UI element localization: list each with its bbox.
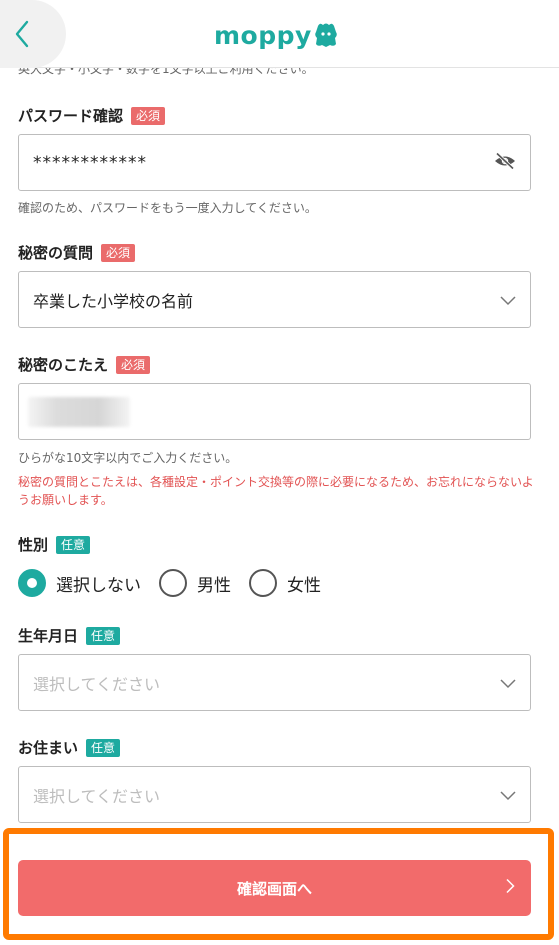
chevron-left-icon [15, 20, 29, 48]
radio-empty-icon [159, 569, 187, 597]
password-confirm-label-row: パスワード確認 必須 [18, 106, 166, 126]
residence-select[interactable]: 選択してください [18, 766, 531, 823]
gender-option-male[interactable]: 男性 [159, 569, 231, 597]
moppy-logo[interactable]: moppy [214, 20, 338, 50]
secret-question-value: 卒業した小学校の名前 [33, 291, 194, 311]
secret-question-label: 秘密の質問 [18, 244, 94, 262]
app-header: moppy [0, 0, 559, 68]
secret-question-label-row: 秘密の質問 必須 [18, 243, 136, 263]
chevron-down-icon [500, 785, 516, 804]
birthdate-label: 生年月日 [18, 627, 79, 645]
secret-answer-help: ひらがな10文字以内でご入力ください。 [18, 451, 238, 465]
password-confirm-input[interactable]: ************ [18, 134, 531, 191]
password-confirm-label: パスワード確認 [18, 107, 124, 125]
gender-label-row: 性別 任意 [18, 535, 91, 555]
gender-option-label: 選択しない [56, 575, 141, 596]
chevron-right-icon [505, 878, 515, 898]
residence-placeholder: 選択してください [33, 786, 161, 806]
optional-badge: 任意 [56, 536, 91, 554]
optional-badge: 任意 [86, 739, 121, 757]
residence-label-row: お住まい 任意 [18, 738, 121, 758]
submit-label: 確認画面へ [236, 879, 312, 898]
gender-option-label: 女性 [287, 575, 321, 596]
radio-empty-icon [249, 569, 277, 597]
secret-answer-label: 秘密のこたえ [18, 356, 109, 374]
residence-label: お住まい [18, 739, 79, 757]
secret-answer-warning: 秘密の質問とこたえは、各種設定・ポイント交換等の際に必要になるため、お忘れになら… [18, 475, 534, 507]
gender-option-none[interactable]: 選択しない [18, 569, 141, 597]
secret-answer-label-row: 秘密のこたえ 必須 [18, 355, 151, 375]
password-confirm-help: 確認のため、パスワードをもう一度入力してください。 [18, 201, 317, 215]
secret-question-select[interactable]: 卒業した小学校の名前 [18, 271, 531, 328]
back-button[interactable] [0, 0, 66, 68]
chevron-down-icon [500, 290, 516, 309]
required-badge: 必須 [131, 107, 166, 125]
mascot-icon [315, 23, 337, 47]
logo-text: moppy [214, 20, 312, 50]
radio-selected-icon [18, 569, 46, 597]
gender-label: 性別 [18, 536, 49, 554]
birthdate-placeholder: 選択してください [33, 674, 161, 694]
optional-badge: 任意 [86, 627, 121, 645]
required-badge: 必須 [101, 244, 136, 262]
password-confirm-value: ************ [33, 152, 147, 173]
required-badge: 必須 [116, 356, 151, 374]
eye-slash-icon[interactable] [494, 151, 516, 174]
birthdate-select[interactable]: 選択してください [18, 654, 531, 711]
gender-option-label: 男性 [197, 575, 231, 596]
birthdate-label-row: 生年月日 任意 [18, 626, 121, 646]
chevron-down-icon [500, 673, 516, 692]
gender-option-female[interactable]: 女性 [249, 569, 321, 597]
confirm-screen-button[interactable]: 確認画面へ [18, 860, 531, 916]
redacted-answer [28, 397, 130, 427]
gender-radio-group: 選択しない 男性 女性 [18, 569, 339, 597]
